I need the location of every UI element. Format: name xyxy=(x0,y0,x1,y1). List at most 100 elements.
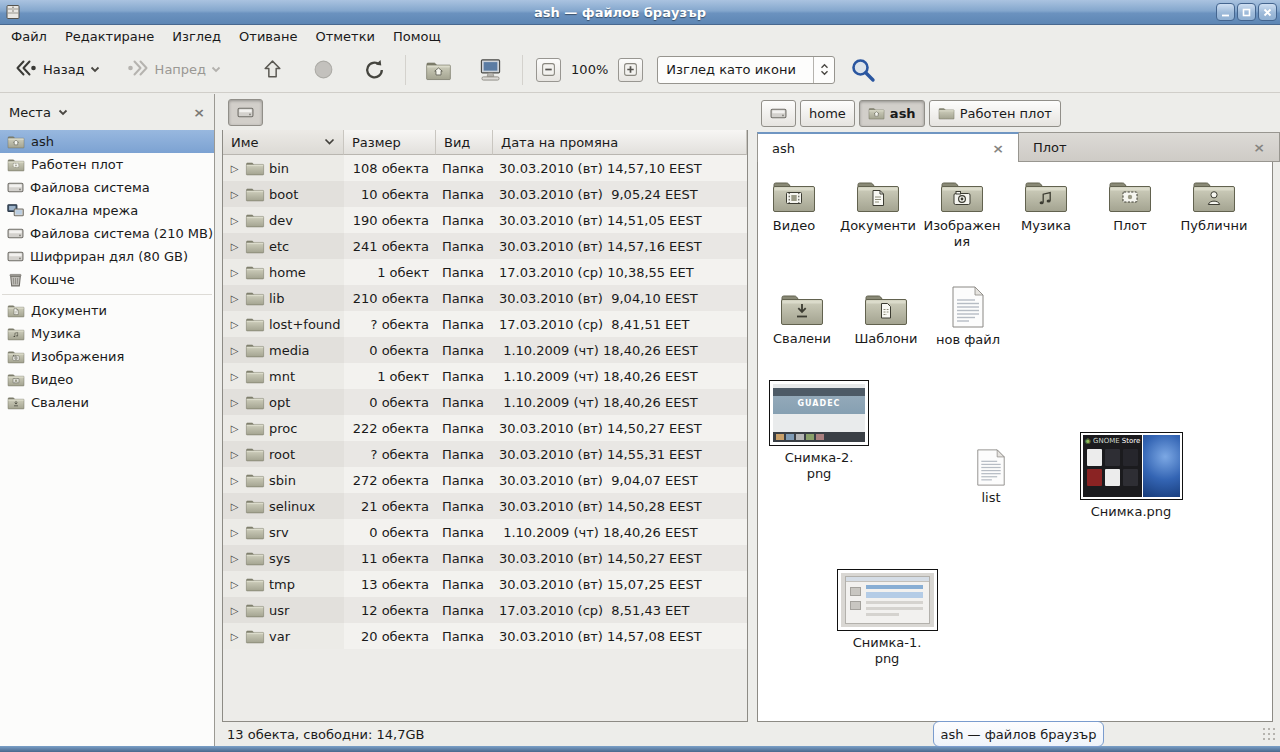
sidebar-item-trash[interactable]: Кошче xyxy=(0,268,214,291)
expander-icon[interactable]: ▷ xyxy=(228,215,241,226)
sidebar-item-desktop[interactable]: Работен плот xyxy=(0,153,214,176)
file-row-usr[interactable]: ▷usr12 обектаПапка17.03.2010 (ср) 8,51,4… xyxy=(223,597,747,623)
menu-edit[interactable]: Редактиране xyxy=(56,26,163,47)
column-header-2[interactable]: Вид xyxy=(436,130,493,155)
path-button-root[interactable] xyxy=(228,99,263,126)
file-row-lost+found[interactable]: ▷lost+found? обектаПапка17.03.2010 (ср) … xyxy=(223,311,747,337)
forward-button[interactable]: Напред xyxy=(118,53,229,86)
pane-separator[interactable] xyxy=(215,94,222,746)
expander-icon[interactable]: ▷ xyxy=(228,527,241,538)
menu-bookmarks[interactable]: Отметки xyxy=(306,26,383,47)
folder-music-icon xyxy=(7,326,25,341)
file-row-bin[interactable]: ▷bin108 обектаПапка30.03.2010 (вт) 14,57… xyxy=(223,155,747,181)
reload-button[interactable] xyxy=(355,54,394,85)
expander-icon[interactable]: ▷ xyxy=(228,189,241,200)
file-row-sys[interactable]: ▷sys11 обектаПапка30.03.2010 (вт) 14,50,… xyxy=(223,545,747,571)
icon-item-Снимка.png[interactable]: ◉ GNOME StoreСнимка.png xyxy=(1075,432,1187,520)
menu-go[interactable]: Отиване xyxy=(230,26,306,47)
combo-arrows-icon xyxy=(813,57,834,83)
tab-Плот[interactable]: Плот× xyxy=(1019,132,1280,162)
expander-icon[interactable]: ▷ xyxy=(228,319,241,330)
file-row-sbin[interactable]: ▷sbin272 обектаПапка30.03.2010 (вт) 9,04… xyxy=(223,467,747,493)
expander-icon[interactable]: ▷ xyxy=(228,267,241,278)
tab-close-icon[interactable]: × xyxy=(1253,140,1265,154)
expander-icon[interactable]: ▷ xyxy=(228,345,241,356)
minimize-button[interactable] xyxy=(1216,3,1235,21)
menu-view[interactable]: Изглед xyxy=(163,26,230,47)
file-row-selinux[interactable]: ▷selinux21 обектаПапка30.03.2010 (вт) 14… xyxy=(223,493,747,519)
file-row-opt[interactable]: ▷opt0 обектаПапка 1.10.2009 (чт) 18,40,2… xyxy=(223,389,747,415)
sidebar-item-ash[interactable]: ash xyxy=(0,130,214,153)
expander-icon[interactable]: ▷ xyxy=(228,163,241,174)
file-row-media[interactable]: ▷media0 обектаПапка 1.10.2009 (чт) 18,40… xyxy=(223,337,747,363)
home-folder-icon xyxy=(7,134,25,149)
expander-icon[interactable]: ▷ xyxy=(228,449,241,460)
file-row-srv[interactable]: ▷srv0 обектаПапка 1.10.2009 (чт) 18,40,2… xyxy=(223,519,747,545)
maximize-button[interactable] xyxy=(1237,3,1256,21)
expander-icon[interactable]: ▷ xyxy=(228,501,241,512)
search-button[interactable] xyxy=(849,56,877,84)
column-header-1[interactable]: Размер xyxy=(344,130,436,155)
sidebar-item-images[interactable]: Изображения xyxy=(0,345,214,368)
column-header-0[interactable]: Име xyxy=(223,130,344,155)
menu-file[interactable]: Файл xyxy=(2,26,56,47)
resize-grip[interactable] xyxy=(1261,726,1277,742)
file-row-etc[interactable]: ▷etc241 обектаПапка30.03.2010 (вт) 14,57… xyxy=(223,233,747,259)
path-button-ash[interactable]: ash xyxy=(859,100,925,127)
sidebar-title-select[interactable]: Места xyxy=(9,105,68,120)
forward-dropdown-icon[interactable] xyxy=(211,66,221,73)
path-button-root[interactable] xyxy=(761,100,796,127)
expander-icon[interactable]: ▷ xyxy=(228,631,241,642)
path-button-desktop[interactable]: Работен плот xyxy=(929,100,1061,127)
menu-help[interactable]: Помощ xyxy=(384,26,450,47)
expander-icon[interactable]: ▷ xyxy=(228,475,241,486)
sidebar-item-documents[interactable]: Документи xyxy=(0,299,214,322)
icon-item-Снимка-2.png[interactable]: GUADECСнимка-2. png xyxy=(763,380,875,482)
file-row-root[interactable]: ▷root? обектаПапка30.03.2010 (вт) 14,55,… xyxy=(223,441,747,467)
home-button[interactable] xyxy=(417,55,460,85)
sidebar-item-music[interactable]: Музика xyxy=(0,322,214,345)
back-button[interactable]: Назад xyxy=(6,53,108,86)
tab-close-icon[interactable]: × xyxy=(992,141,1004,155)
close-button[interactable] xyxy=(1258,3,1277,21)
file-row-var[interactable]: ▷var20 обектаПапка30.03.2010 (вт) 14,57,… xyxy=(223,623,747,649)
zoom-out-button[interactable] xyxy=(536,58,561,82)
sidebar-item-filesystem-210[interactable]: Файлова система (210 MB) xyxy=(0,222,214,245)
sidebar-item-filesystem[interactable]: Файлова система xyxy=(0,176,214,199)
zoom-in-button[interactable] xyxy=(618,58,643,82)
expander-icon[interactable]: ▷ xyxy=(228,293,241,304)
sidebar-item-network[interactable]: Локална мрежа xyxy=(0,199,214,222)
computer-button[interactable] xyxy=(470,53,511,86)
sidebar-item-downloads[interactable]: Свалени xyxy=(0,391,214,414)
back-dropdown-icon[interactable] xyxy=(90,66,100,73)
expander-icon[interactable]: ▷ xyxy=(228,579,241,590)
tab-ash[interactable]: ash× xyxy=(757,132,1019,162)
sidebar-item-encrypted-80[interactable]: Шифриран дял (80 GB) xyxy=(0,245,214,268)
file-row-tmp[interactable]: ▷tmp13 обектаПапка30.03.2010 (вт) 15,07,… xyxy=(223,571,747,597)
expander-icon[interactable]: ▷ xyxy=(228,397,241,408)
file-row-home[interactable]: ▷home1 обектПапка17.03.2010 (ср) 10,38,5… xyxy=(223,259,747,285)
folder-icon xyxy=(245,420,265,436)
sidebar-item-video[interactable]: Видео xyxy=(0,368,214,391)
expander-icon[interactable]: ▷ xyxy=(228,371,241,382)
sidebar-close-icon[interactable]: × xyxy=(193,105,205,119)
icon-item-Снимка-1.png[interactable]: Снимка-1. png xyxy=(831,569,943,667)
file-row-lib[interactable]: ▷lib210 обектаПапка30.03.2010 (вт) 9,04,… xyxy=(223,285,747,311)
icon-item-list[interactable]: list xyxy=(935,449,1047,506)
path-button-home[interactable]: home xyxy=(800,100,855,127)
file-row-mnt[interactable]: ▷mnt1 обектПапка 1.10.2009 (чт) 18,40,26… xyxy=(223,363,747,389)
file-row-proc[interactable]: ▷proc222 обектаПапка30.03.2010 (вт) 14,5… xyxy=(223,415,747,441)
file-row-dev[interactable]: ▷dev190 обектаПапка30.03.2010 (вт) 14,51… xyxy=(223,207,747,233)
folder-icon xyxy=(938,106,955,120)
icon-item-нов файл[interactable]: нов файл xyxy=(912,286,1024,348)
expander-icon[interactable]: ▷ xyxy=(228,241,241,252)
file-row-boot[interactable]: ▷boot10 обектаПапка30.03.2010 (вт) 9,05,… xyxy=(223,181,747,207)
view-mode-select[interactable]: Изглед като икони xyxy=(657,56,835,84)
expander-icon[interactable]: ▷ xyxy=(228,605,241,616)
up-button[interactable] xyxy=(253,54,292,85)
stop-button[interactable] xyxy=(304,54,343,85)
column-header-3[interactable]: Дата на промяна xyxy=(493,130,747,155)
icon-item-Публични[interactable]: Публични xyxy=(1158,176,1270,234)
expander-icon[interactable]: ▷ xyxy=(228,553,241,564)
expander-icon[interactable]: ▷ xyxy=(228,423,241,434)
